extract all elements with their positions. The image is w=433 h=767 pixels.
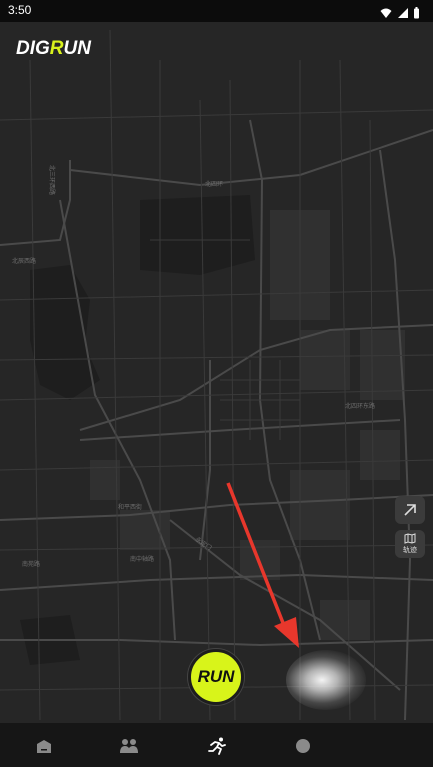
profile-icon xyxy=(296,739,310,753)
run-label: RUN xyxy=(197,667,235,686)
runner-icon xyxy=(208,737,226,755)
tab-home[interactable] xyxy=(33,735,55,757)
tab-run[interactable] xyxy=(206,735,228,757)
run-button[interactable]: RUN xyxy=(188,649,244,705)
people-icon xyxy=(120,739,138,753)
home-icon xyxy=(37,739,51,753)
tab-bar xyxy=(0,723,433,767)
tab-profile[interactable] xyxy=(292,735,314,757)
tab-community[interactable] xyxy=(118,735,140,757)
tap-highlight xyxy=(286,650,366,710)
